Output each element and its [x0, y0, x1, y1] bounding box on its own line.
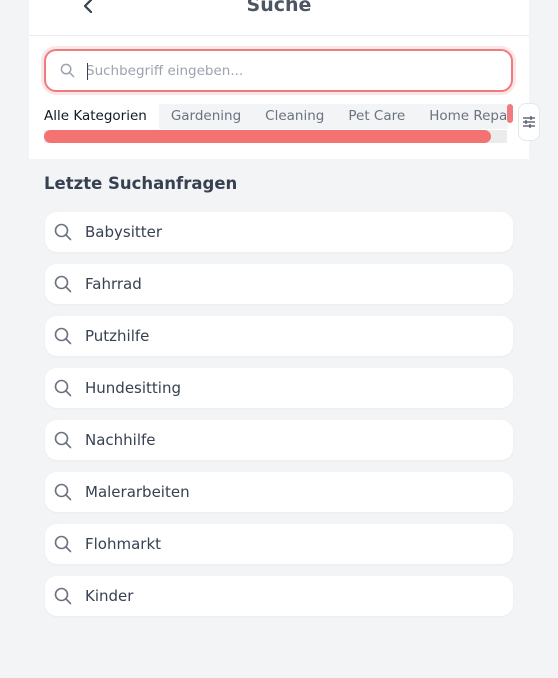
search-icon	[54, 223, 72, 241]
search-icon	[54, 431, 72, 449]
recent-search-item[interactable]: Kinder	[45, 576, 513, 616]
recent-search-item[interactable]: Malerarbeiten	[45, 472, 513, 512]
sliders-icon	[523, 116, 535, 128]
search-icon	[54, 275, 72, 293]
chip-pet-care[interactable]: Pet Care	[336, 104, 418, 129]
chip-overflow-marker	[507, 104, 513, 123]
search-icon	[54, 587, 72, 605]
recent-search-label: Putzhilfe	[85, 327, 150, 345]
chip-cleaning[interactable]: Cleaning	[253, 104, 337, 129]
recent-search-label: Kinder	[85, 587, 134, 605]
page-title: Suche	[246, 0, 312, 16]
recent-search-item[interactable]: Babysitter	[45, 212, 513, 252]
search-input[interactable]	[86, 59, 496, 83]
filter-button[interactable]	[518, 103, 540, 141]
category-chips: Alle Kategorien Gardening Cleaning Pet Care…	[44, 104, 508, 129]
recent-search-item[interactable]: Putzhilfe	[45, 316, 513, 356]
chip-all-categories[interactable]: Alle Kategorien	[44, 104, 159, 129]
recent-search-label: Flohmarkt	[85, 535, 162, 553]
search-icon	[54, 535, 72, 553]
recent-searches-title: Letzte Suchanfragen	[44, 174, 238, 193]
recent-search-label: Hundesitting	[85, 379, 181, 397]
chip-home-repair[interactable]: Home Repair	[417, 104, 508, 129]
recent-search-item[interactable]: Hundesitting	[45, 368, 513, 408]
recent-search-label: Babysitter	[85, 223, 163, 241]
recent-search-item[interactable]: Flohmarkt	[45, 524, 513, 564]
recent-search-item[interactable]: Fahrrad	[45, 264, 513, 304]
search-icon	[54, 483, 72, 501]
recent-search-item[interactable]: Nachhilfe	[45, 420, 513, 460]
search-icon	[54, 327, 72, 345]
recent-search-label: Fahrrad	[85, 275, 142, 293]
chip-gardening[interactable]: Gardening	[158, 104, 254, 129]
search-icon	[54, 379, 72, 397]
recent-search-label: Malerarbeiten	[85, 483, 190, 501]
search-icon	[60, 63, 75, 78]
chips-scrollbar-thumb[interactable]	[44, 130, 491, 143]
search-field[interactable]	[44, 49, 513, 92]
header: Suche	[29, 0, 529, 36]
recent-search-label: Nachhilfe	[85, 431, 156, 449]
text-caret	[87, 63, 88, 80]
recent-searches-list: Babysitter Fahrrad Putzhilfe Hundesittin…	[45, 212, 513, 628]
